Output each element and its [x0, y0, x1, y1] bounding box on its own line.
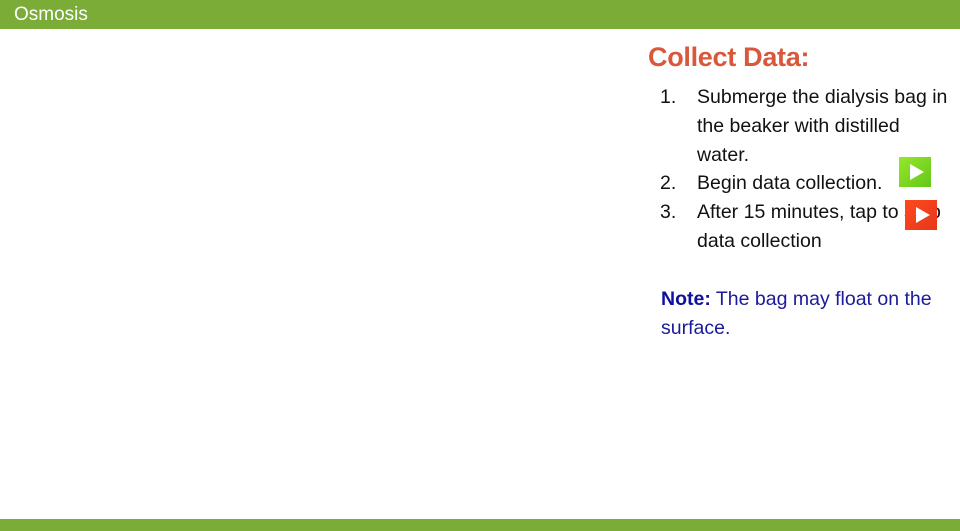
step-number: 2.	[660, 172, 677, 195]
step-text: Begin data collection.	[697, 172, 883, 195]
header-bar: Osmosis	[0, 0, 960, 29]
page-title: Osmosis	[14, 4, 88, 25]
start-collection-button[interactable]	[899, 157, 931, 187]
note-text: Note: The bag may float on the surface.	[661, 285, 951, 342]
step-number: 1.	[660, 86, 677, 108]
stop-collection-button[interactable]	[905, 200, 937, 230]
footer-bar	[0, 519, 960, 531]
section-heading: Collect Data:	[648, 42, 810, 72]
step-number: 3.	[660, 201, 677, 224]
step-text: Submerge the dialysis bag in the beaker …	[697, 86, 948, 166]
note-label: Note:	[661, 288, 711, 310]
play-icon	[909, 164, 924, 180]
play-icon	[915, 207, 930, 223]
